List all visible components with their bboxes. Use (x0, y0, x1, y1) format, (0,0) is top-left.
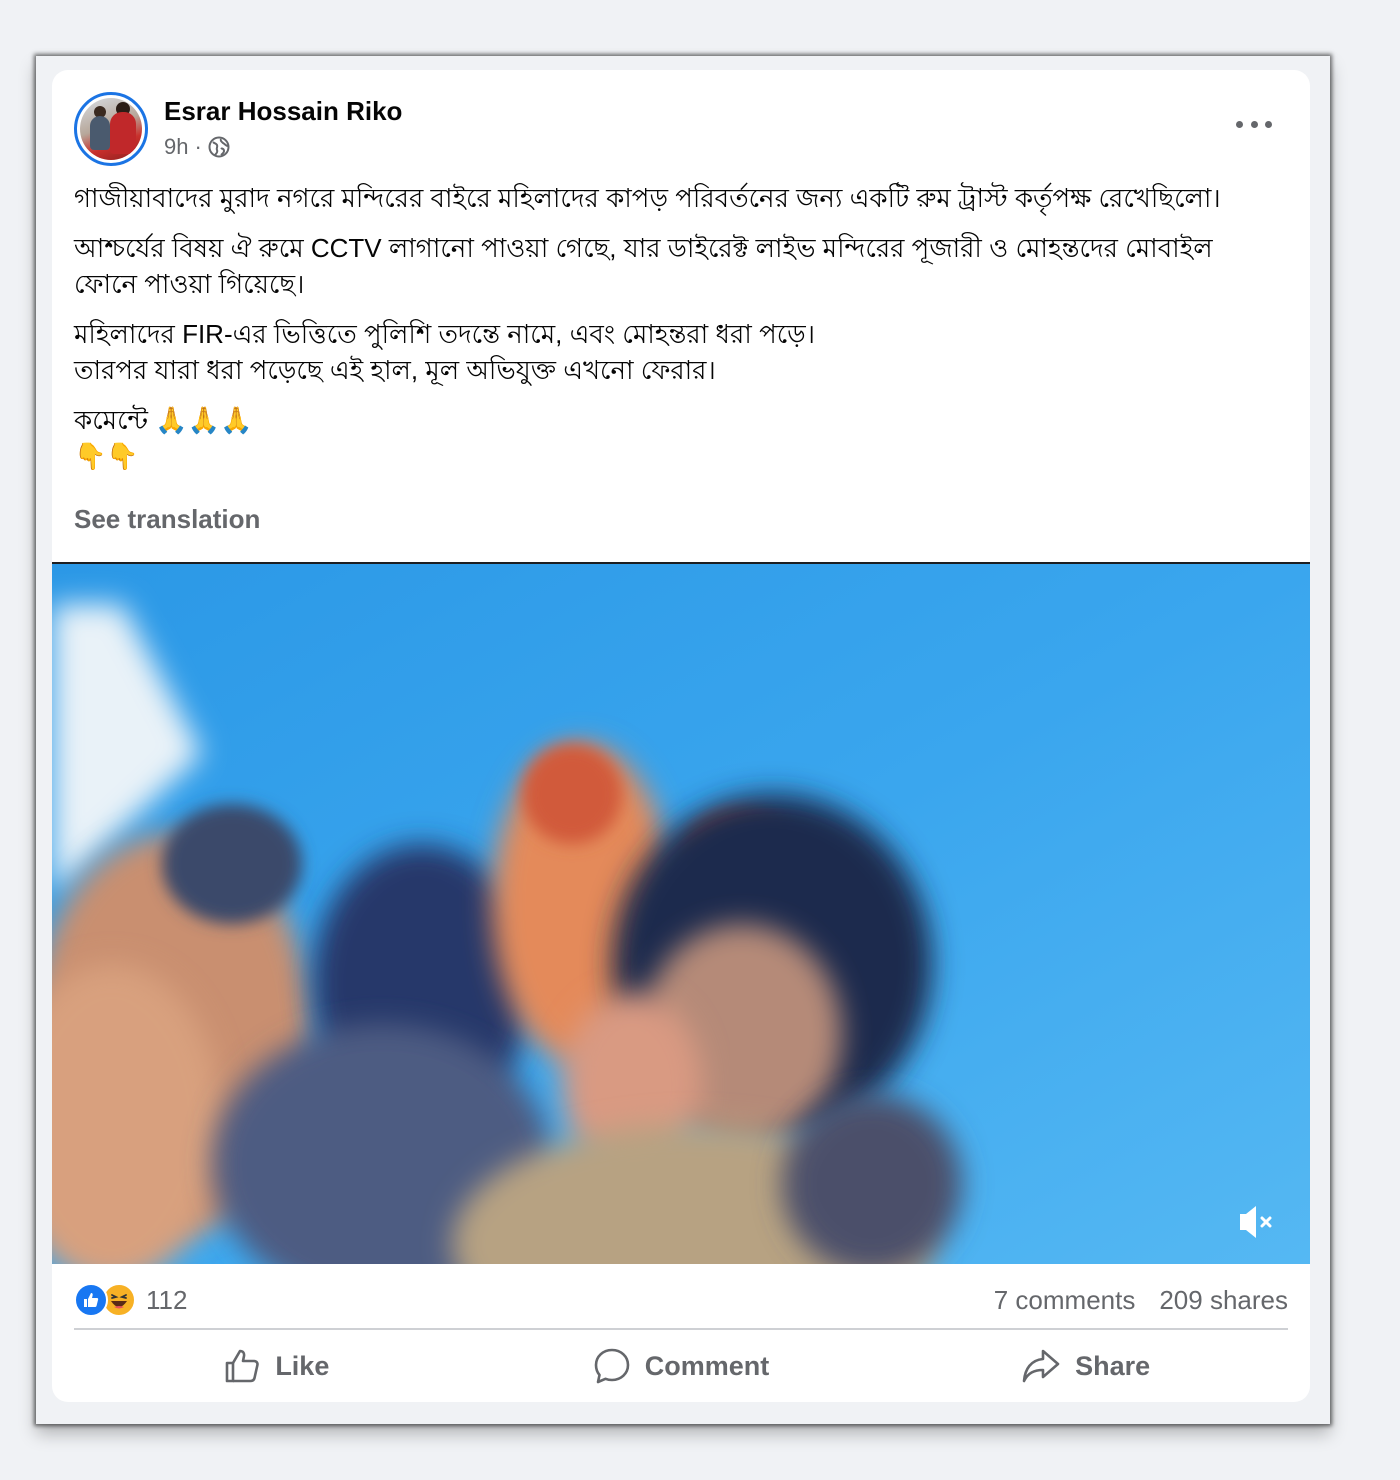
avatar[interactable] (74, 92, 148, 166)
post-paragraph-1: গাজীয়াবাদের মুরাদ নগরে মন্দিরের বাইরে ম… (74, 183, 1221, 213)
comments-count-link[interactable]: 7 comments (994, 1285, 1136, 1316)
comment-bubble-icon (593, 1347, 631, 1385)
meta-separator: · (194, 134, 202, 159)
video-frame (52, 564, 1310, 1264)
action-bar: Like Comment Share (74, 1334, 1288, 1398)
thumbs-up-icon (223, 1347, 261, 1385)
reactions-summary[interactable]: 112 (74, 1283, 187, 1317)
post-paragraph-4: তারপর যারা ধরা পড়েছে এই হাল, মূল অভিযুক… (74, 355, 716, 385)
post-paragraph-2: আশ্চর্যের বিষয় ঐ রুমে CCTV লাগানো পাওয়… (74, 233, 1213, 299)
video-player[interactable] (52, 562, 1310, 1264)
post-body: গাজীয়াবাদের মুরাদ নগরে মন্দিরের বাইরে ম… (74, 180, 1274, 488)
more-options-icon[interactable] (1236, 112, 1272, 136)
avatar-photo (80, 98, 142, 160)
screenshot-frame: Esrar Hossain Riko 9h · গাজীয়াবাদের মুর… (36, 56, 1330, 1424)
comment-button[interactable]: Comment (479, 1334, 884, 1398)
comment-label: Comment (644, 1350, 770, 1381)
see-translation-link[interactable]: See translation (74, 504, 260, 535)
author-name[interactable]: Esrar Hossain Riko (164, 96, 402, 127)
share-button[interactable]: Share (883, 1334, 1288, 1398)
post-meta: 9h · (164, 134, 230, 160)
engagement-stats: 7 comments 209 shares (994, 1285, 1288, 1316)
reaction-count: 112 (146, 1284, 188, 1315)
post-paragraph-3: মহিলাদের FIR-এর ভিত্তিতে পুলিশি তদন্তে ন… (74, 319, 816, 349)
post-paragraph-5: কমেন্টে 🙏🙏🙏 (74, 405, 253, 435)
actions-divider (74, 1328, 1288, 1330)
globe-icon[interactable] (208, 136, 230, 158)
reactions-bar: 112 7 comments 209 shares (74, 1276, 1288, 1324)
share-label: Share (1075, 1350, 1151, 1381)
like-button[interactable]: Like (74, 1334, 479, 1398)
muted-speaker-icon[interactable] (1234, 1198, 1282, 1246)
post-card: Esrar Hossain Riko 9h · গাজীয়াবাদের মুর… (52, 70, 1310, 1402)
post-paragraph-6: 👇👇 (74, 441, 139, 471)
share-arrow-icon (1021, 1347, 1061, 1385)
shares-count-link[interactable]: 209 shares (1159, 1285, 1288, 1316)
like-reaction-icon (74, 1283, 108, 1317)
post-time[interactable]: 9h (164, 134, 188, 160)
reaction-icons (74, 1283, 136, 1317)
like-label: Like (275, 1350, 330, 1381)
